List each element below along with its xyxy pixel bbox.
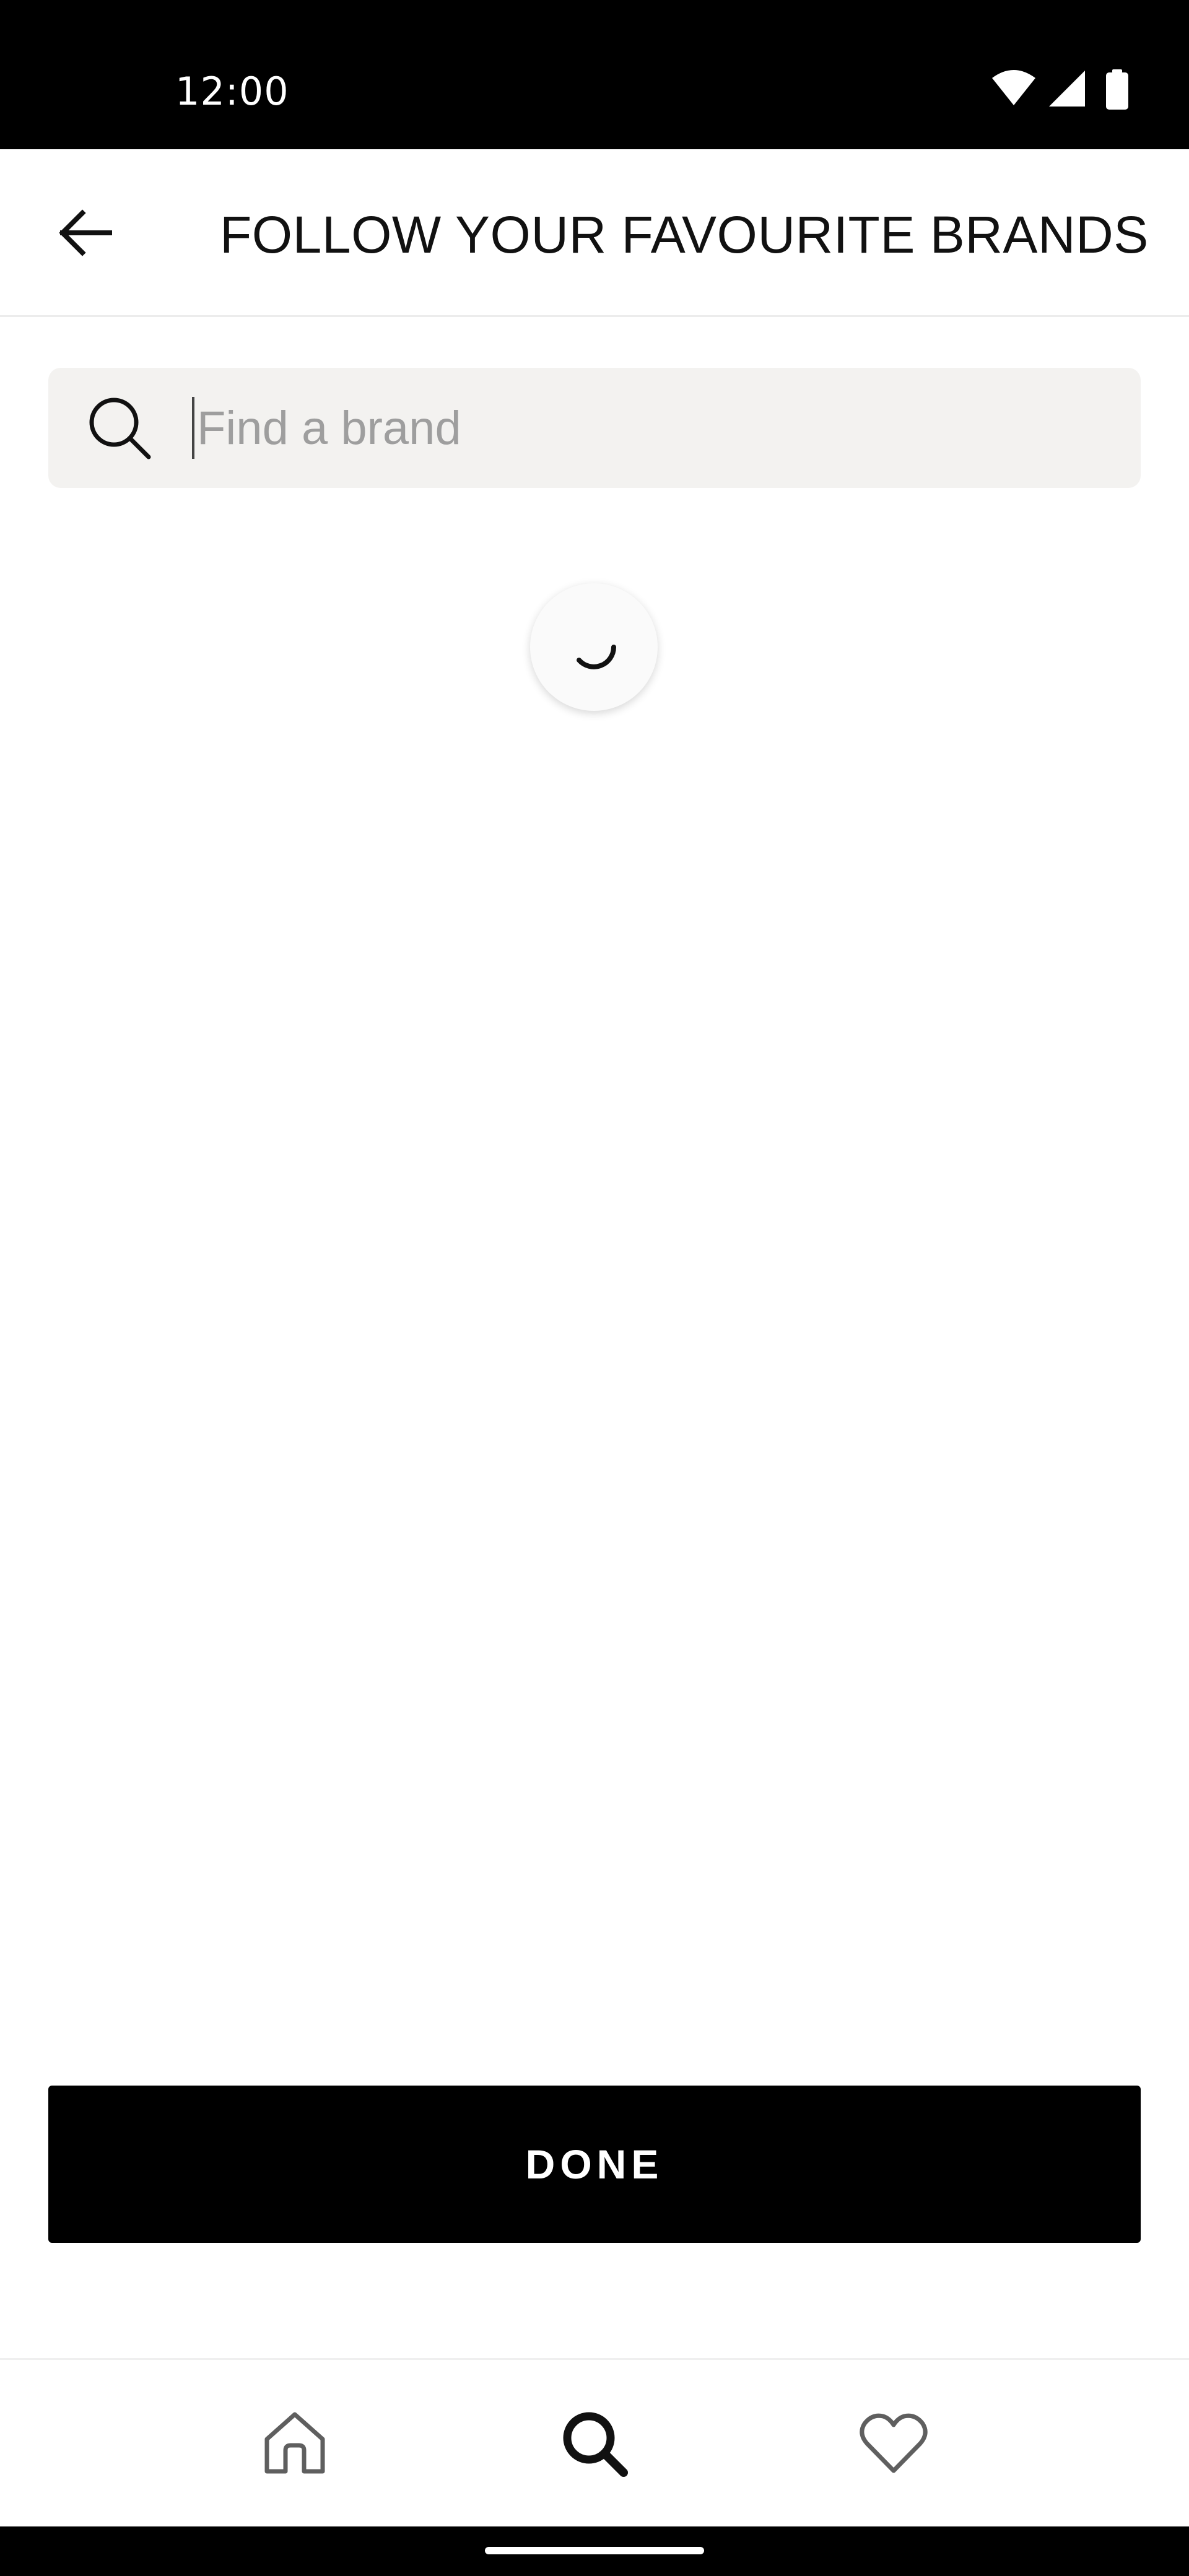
back-button[interactable] (45, 193, 125, 273)
nav-item-search[interactable] (548, 2397, 641, 2490)
done-button[interactable]: DONE (48, 2086, 1141, 2243)
system-navigation-bar (0, 2526, 1189, 2576)
status-time: 12:00 (175, 69, 289, 114)
bottom-navigation (0, 2358, 1189, 2526)
loading-spinner (530, 583, 658, 711)
nav-item-home[interactable] (248, 2397, 341, 2490)
search-icon (89, 398, 151, 459)
heart-icon (860, 2413, 928, 2473)
app-bar: FOLLOW YOUR FAVOURITE BRANDS (0, 149, 1189, 317)
home-gesture-handle[interactable] (485, 2547, 704, 2554)
status-bar: 12:00 (0, 0, 1189, 149)
cellular-signal-icon (1049, 71, 1085, 107)
status-icons (991, 69, 1139, 111)
brand-search-box[interactable] (48, 368, 1141, 488)
search-icon (563, 2412, 628, 2477)
text-cursor (192, 397, 194, 459)
brand-search-input[interactable] (197, 394, 1101, 462)
loading-spinner-icon (577, 645, 616, 669)
arrow-left-icon (59, 209, 112, 256)
page-title: FOLLOW YOUR FAVOURITE BRANDS (220, 206, 1149, 264)
nav-item-saved[interactable] (847, 2397, 940, 2490)
home-icon (264, 2412, 325, 2474)
wifi-icon (992, 70, 1035, 105)
battery-icon (1106, 69, 1128, 110)
